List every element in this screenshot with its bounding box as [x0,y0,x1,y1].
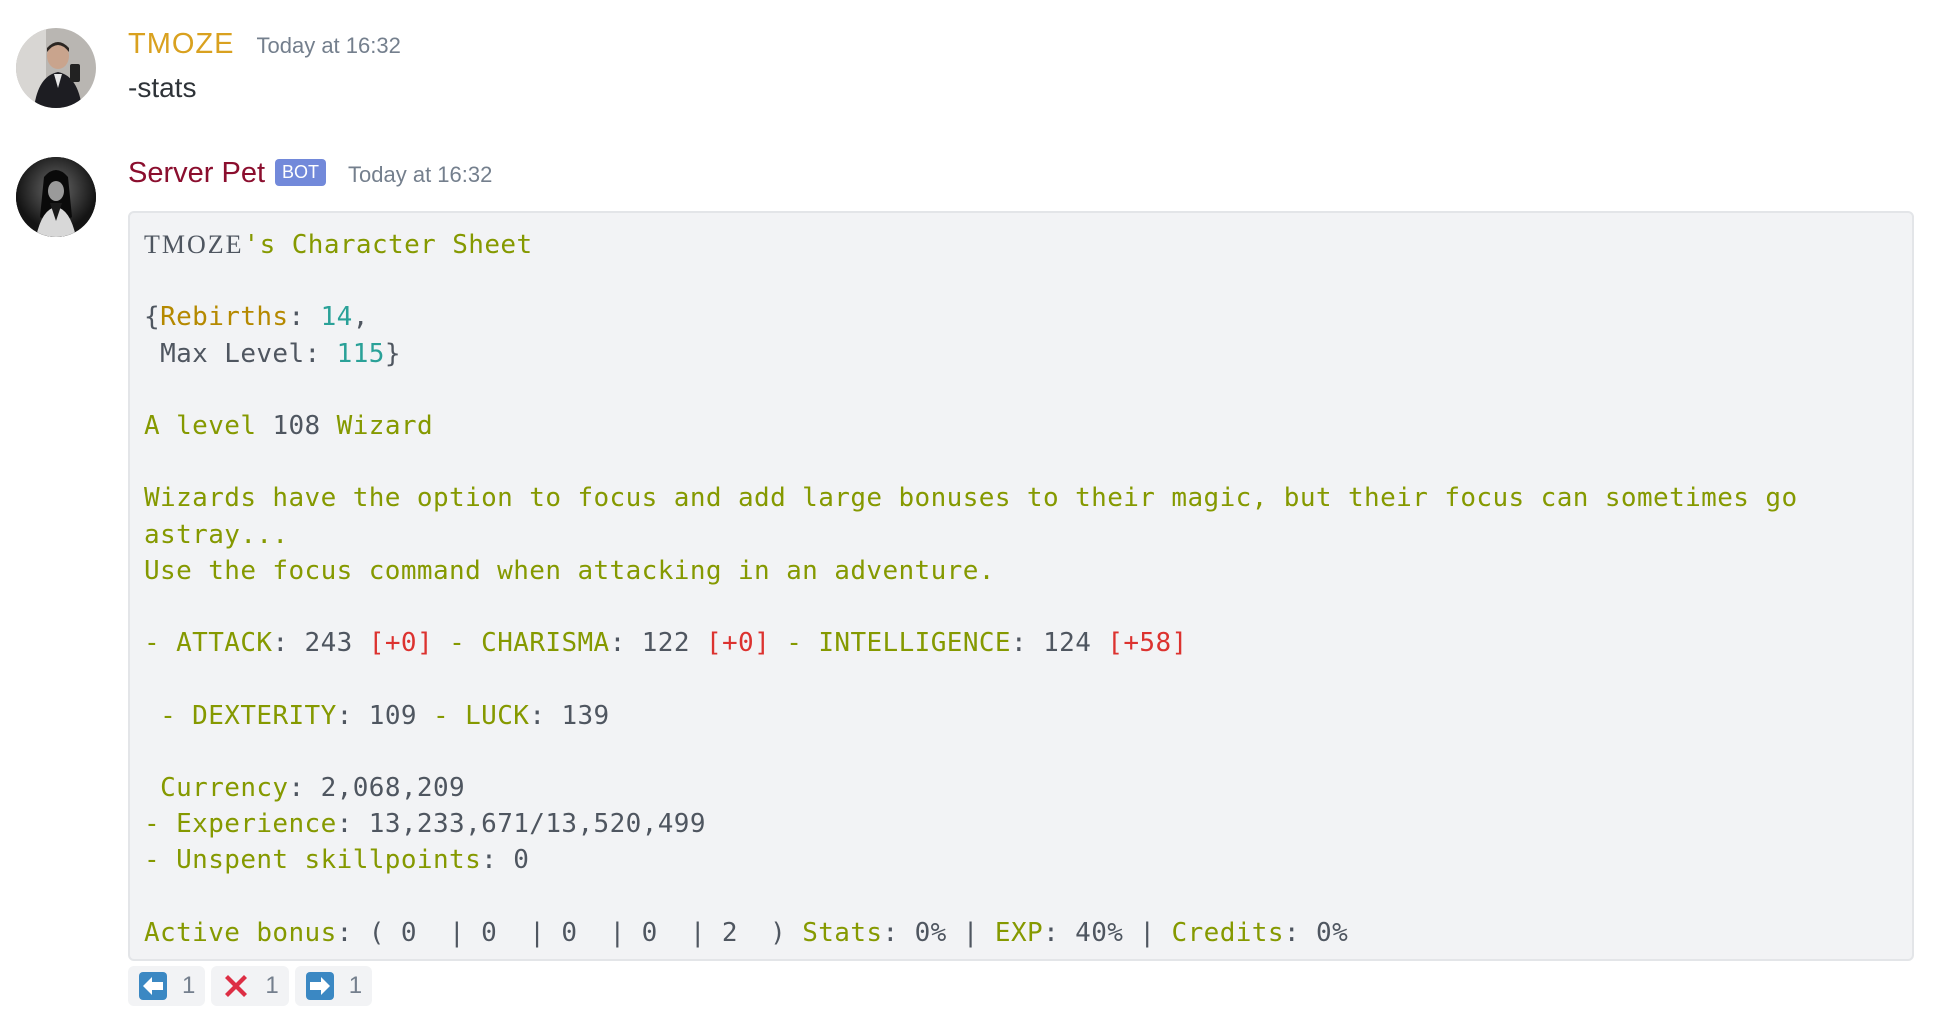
sheet-title: 's Character Sheet [243,230,533,260]
level-prefix: A level [144,411,257,442]
charisma-bonus: [+0] [705,628,771,659]
code-block: TMOZE's Character Sheet {Rebirths: 14, M… [128,211,1914,961]
max-level-label: Max Level [160,338,305,369]
class-description-line1: Wizards have the option to focus and add… [144,483,1798,514]
intelligence-value: 124 [1043,628,1092,659]
class-name: Wizard [336,411,433,442]
reactions-bar: 1 1 1 [128,966,373,1006]
luck-value: 139 [561,700,610,731]
credits-pct-label: Credits [1171,917,1284,948]
bot-badge: BOT [275,159,327,186]
reaction-count: 1 [182,972,196,999]
reaction-count: 1 [348,972,363,999]
skillpoints-value: 0 [513,845,530,876]
level-value: 108 [272,411,321,442]
class-description-line2: astray... [144,519,289,550]
timestamp: Today at 16:32 [256,33,401,58]
bot-avatar[interactable] [16,157,96,237]
character-sheet: TMOZE's Character Sheet {Rebirths: 14, M… [144,230,1798,948]
max-level-value: 115 [336,338,385,369]
skillpoints-label: Unspent skillpoints [176,845,482,876]
exp-pct-value: 40% [1075,917,1124,948]
exp-pct-label: EXP [994,917,1044,948]
charisma-label: CHARISMA [481,628,610,659]
dexterity-label: DEXTERITY [192,700,337,731]
active-bonus-label: Active bonus [144,917,337,948]
attack-value: 243 [304,628,353,659]
bot-avatar-photo [16,157,96,237]
experience-label: Experience [176,809,337,840]
reaction-arrow-right[interactable]: 1 [294,966,373,1006]
sheet-player-name: TMOZE [144,230,244,259]
reaction-arrow-left[interactable]: 1 [128,966,206,1006]
red-x-icon [225,975,248,997]
reaction-count: 1 [265,972,279,999]
credits-pct-value: 0% [1316,917,1349,948]
arrow-right-icon [305,972,334,1000]
arrow-left-icon [139,972,167,1000]
user-avatar[interactable] [16,28,96,108]
intelligence-label: INTELLIGENCE [818,628,1011,659]
attack-bonus: [+0] [368,628,433,659]
luck-label: LUCK [465,700,530,731]
attack-label: ATTACK [176,628,273,659]
rebirths-label: Rebirths [160,302,289,333]
charisma-value: 122 [641,628,690,659]
stats-pct-label: Stats [802,917,883,948]
user-avatar-photo [16,28,96,108]
author-name[interactable]: TMOZE [128,28,235,61]
message-content: -stats [128,72,197,103]
active-bonus-values: ( 0 | 0 | 0 | 0 | 2 ) [368,917,787,948]
reaction-red-x[interactable]: 1 [211,966,289,1006]
author-name[interactable]: Server Pet [128,157,265,190]
experience-value: 13,233,671/13,520,499 [368,809,706,840]
intelligence-bonus: [+58] [1107,628,1188,659]
class-description-line3: Use the focus command when attacking in … [144,555,995,586]
rebirths-value: 14 [320,302,353,333]
dexterity-value: 109 [368,700,417,731]
stats-pct-value: 0% [914,917,947,948]
timestamp: Today at 16:32 [348,162,493,187]
currency-value: 2,068,209 [320,773,466,804]
currency-label: Currency [160,773,289,804]
